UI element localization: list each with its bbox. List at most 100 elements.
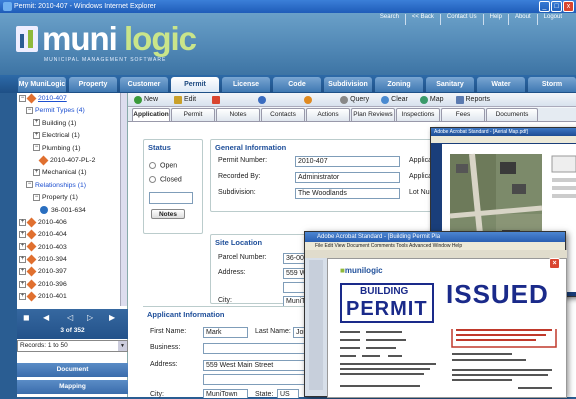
clear-button[interactable]: Clear xyxy=(381,95,408,104)
pager-back-icon[interactable]: ◁ xyxy=(67,313,73,322)
tree-node[interactable]: − Relationships (1) xyxy=(17,180,127,192)
permit-number-label: Permit Number: xyxy=(218,157,268,164)
aerial-window-toolbar xyxy=(431,136,576,143)
tab-permit[interactable]: Permit xyxy=(171,108,215,121)
header-link-help[interactable]: Help xyxy=(484,14,509,25)
expand-icon[interactable]: + xyxy=(19,218,26,226)
nav-tab-property[interactable]: Property xyxy=(69,77,117,92)
pager-first-icon[interactable]: ◼ xyxy=(23,313,30,322)
nav-tab-sanitary[interactable]: Sanitary xyxy=(426,77,474,92)
new-icon xyxy=(134,95,142,104)
first-name-field[interactable]: Mark xyxy=(203,327,248,338)
status-closed-radio[interactable]: Closed xyxy=(149,176,182,183)
subdivision-field[interactable]: The Woodlands xyxy=(295,188,400,199)
tab-plan-reviews[interactable]: Plan Reviews xyxy=(351,108,395,121)
nav-tab-code[interactable]: Code xyxy=(273,77,321,92)
expand-icon[interactable]: + xyxy=(19,231,26,238)
expand-icon[interactable]: + xyxy=(19,255,26,263)
nav-tab-customer[interactable]: Customer xyxy=(120,77,168,92)
header-link-about[interactable]: About xyxy=(509,14,538,25)
tree-node[interactable]: 36-001-634 xyxy=(17,205,127,217)
tab-actions[interactable]: Actions xyxy=(306,108,350,121)
save-button[interactable] xyxy=(304,95,313,104)
collapse-icon[interactable]: − xyxy=(26,107,33,115)
search-icon xyxy=(340,95,349,104)
nav-tab-storm[interactable]: Storm xyxy=(528,77,576,92)
collapse-icon[interactable]: − xyxy=(33,193,40,201)
nav-tab-zoning[interactable]: Zoning xyxy=(375,77,423,92)
delete-button[interactable] xyxy=(212,95,221,104)
collapse-icon[interactable]: − xyxy=(26,181,33,189)
tree-node[interactable]: + Electrical (1) xyxy=(17,130,127,142)
tree-node[interactable]: +2010-404 xyxy=(17,229,127,241)
header-link-logout[interactable]: Logout xyxy=(538,14,568,25)
tab-fees[interactable]: Fees xyxy=(441,108,485,121)
collapse-icon[interactable]: − xyxy=(33,144,40,152)
tree-node[interactable]: − 2010-407 xyxy=(17,93,127,105)
tree-node[interactable]: + Mechanical (1) xyxy=(17,167,127,179)
reports-button[interactable]: Reports xyxy=(455,95,490,104)
tree-node[interactable]: − Plumbing (1) xyxy=(17,143,127,155)
nav-tab-permit[interactable]: Permit xyxy=(171,77,219,92)
nav-tab-my-munilogic[interactable]: My MuniLogic xyxy=(18,77,66,92)
expand-icon[interactable]: + xyxy=(19,268,26,276)
tree-node-label: Permit Types (4) xyxy=(35,107,85,115)
tree-node[interactable]: +2010-403 xyxy=(17,241,127,254)
nav-tab-subdivision[interactable]: Subdivision xyxy=(324,77,372,92)
tab-contacts[interactable]: Contacts xyxy=(261,108,305,121)
site-address-label: Address: xyxy=(218,269,246,276)
expand-icon[interactable]: + xyxy=(19,280,26,288)
tab-documents[interactable]: Documents xyxy=(486,108,538,121)
tree-node[interactable]: +2010-396 xyxy=(17,279,127,291)
pager-prev-icon[interactable]: ◀ xyxy=(43,313,49,322)
collapse-icon[interactable]: − xyxy=(19,94,26,102)
building-permit-acrobat-window[interactable]: Adobe Acrobat Standard - [Building Permi… xyxy=(304,231,567,398)
minimize-button[interactable]: _ xyxy=(539,1,550,12)
permit-number-field[interactable]: 2010-407 xyxy=(295,156,400,167)
nav-tab-water[interactable]: Water xyxy=(477,77,525,92)
mapping-button[interactable]: Mapping xyxy=(17,380,128,394)
close-icon[interactable]: × xyxy=(549,258,560,269)
header-link-back[interactable]: << Back xyxy=(406,14,441,25)
tree-node[interactable]: 2010-407-PL-2 xyxy=(17,155,127,167)
permit-window-menu[interactable]: File Edit View Document Comments Tools A… xyxy=(305,242,565,250)
notes-button[interactable]: Notes xyxy=(151,209,185,219)
tab-inspections[interactable]: Inspections xyxy=(396,108,440,121)
refresh-button[interactable] xyxy=(258,95,267,104)
expand-icon[interactable]: + xyxy=(19,243,26,251)
tree-node[interactable]: +2010-406 xyxy=(17,217,127,229)
header-links: Search << Back Contact Us Help About Logout xyxy=(374,14,568,25)
records-select[interactable]: Records: 1 to 50 ▼ xyxy=(17,340,128,352)
expand-icon[interactable]: + xyxy=(33,119,40,127)
expand-icon[interactable]: + xyxy=(33,169,40,177)
document-button[interactable]: Document xyxy=(17,363,128,377)
tree-scrollbar[interactable] xyxy=(120,93,127,306)
tree-node[interactable]: +2010-394 xyxy=(17,254,127,266)
maximize-button[interactable]: □ xyxy=(551,1,562,12)
window-close-button[interactable]: x xyxy=(563,1,574,12)
tree-node[interactable]: + Building (1) xyxy=(17,118,127,130)
header-link-search[interactable]: Search xyxy=(374,14,406,25)
edit-button[interactable]: Edit xyxy=(174,95,196,104)
tab-notes[interactable]: Notes xyxy=(216,108,260,121)
status-open-radio[interactable]: Open xyxy=(149,162,177,169)
expand-icon[interactable]: + xyxy=(19,292,26,300)
bookmarks-side-panel[interactable] xyxy=(309,260,323,390)
nav-tab-license[interactable]: License xyxy=(222,77,270,92)
new-button[interactable]: New xyxy=(134,95,158,104)
record-toolbar: New Edit Query Clear Map Reports xyxy=(128,93,576,107)
map-button[interactable]: Map xyxy=(419,95,444,104)
tree-node[interactable]: − Permit Types (4) xyxy=(17,105,127,117)
tree-node[interactable]: +2010-397 xyxy=(17,266,127,278)
expand-icon[interactable]: + xyxy=(33,131,40,139)
tree-node[interactable]: +2010-401 xyxy=(17,291,127,303)
status-field[interactable] xyxy=(149,192,193,204)
query-button[interactable]: Query xyxy=(340,95,369,104)
recorded-by-field[interactable]: Administrator xyxy=(295,172,400,183)
pager-last-icon[interactable]: ▶ xyxy=(109,313,115,322)
tab-application[interactable]: Application xyxy=(132,108,170,121)
tree-node[interactable]: − Property (1) xyxy=(17,192,127,204)
header-link-contact-us[interactable]: Contact Us xyxy=(441,14,484,25)
pager-next-icon[interactable]: ▷ xyxy=(87,313,93,322)
permit-diamond-icon xyxy=(26,279,37,290)
